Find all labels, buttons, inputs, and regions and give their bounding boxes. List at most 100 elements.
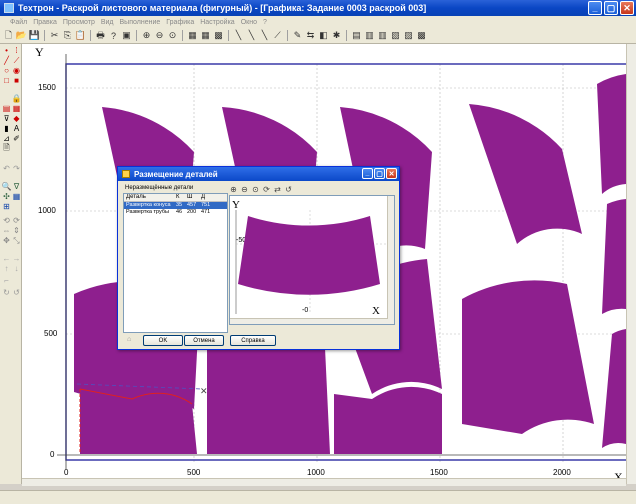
dialog-minimize-button[interactable]: _ (362, 168, 373, 179)
close-button[interactable]: ✕ (620, 1, 634, 15)
redo-icon[interactable]: ↷ (12, 164, 21, 173)
column-header[interactable]: Ш (185, 194, 199, 201)
point-tool-icon[interactable]: • (2, 46, 11, 55)
table-icon[interactable]: ▤ (2, 104, 11, 113)
line-tool-4-icon[interactable]: ⟋ (272, 30, 283, 41)
filter-icon[interactable]: ∇ (12, 182, 21, 191)
polyline-icon[interactable]: ⟋ (12, 56, 21, 65)
extra-3-icon[interactable]: ▥ (377, 30, 388, 41)
mirror-icon[interactable]: ⇄ (273, 185, 282, 194)
rotate-2-icon[interactable]: ⟳ (12, 216, 21, 225)
column-header[interactable]: Д (199, 194, 215, 201)
scale-icon[interactable]: ⤡ (12, 236, 21, 245)
help-pointer-icon[interactable]: ? (108, 30, 119, 41)
undo-icon[interactable]: ↶ (2, 164, 11, 173)
menu-file[interactable]: Файл (10, 19, 27, 26)
circle-icon[interactable]: ○ (2, 66, 11, 75)
print-icon[interactable]: 🖶 (95, 30, 106, 41)
fill-icon[interactable]: ◆ (12, 114, 21, 123)
filled-circle-icon[interactable]: ◉ (12, 66, 21, 75)
flip-v-icon[interactable]: ⇕ (12, 226, 21, 235)
list-item[interactable]: Развертка трубы 46 200 471 (124, 209, 227, 216)
canvas-horizontal-scrollbar[interactable] (22, 478, 626, 486)
reset-icon[interactable]: ↺ (284, 185, 293, 194)
cut-icon[interactable]: ✂ (49, 30, 60, 41)
nest-icon[interactable]: ◧ (318, 30, 329, 41)
line-tool-3-icon[interactable]: ╲ (259, 30, 270, 41)
dialog-maximize-button[interactable]: ▢ (374, 168, 385, 179)
layout-3-icon[interactable]: ▩ (213, 30, 224, 41)
ok-button[interactable]: OK (143, 335, 183, 346)
layout-2-icon[interactable]: ▦ (200, 30, 211, 41)
menu-window[interactable]: Окно (241, 19, 257, 26)
flip-h-icon[interactable]: ⇔ (2, 226, 11, 235)
open-folder-icon[interactable]: 📂 (16, 30, 27, 41)
table-2-icon[interactable]: ▦ (12, 104, 21, 113)
menu-run[interactable]: Выполнение (120, 19, 161, 26)
snap-icon[interactable]: ✣ (2, 192, 11, 201)
paste-icon[interactable]: 📋 (75, 30, 86, 41)
menu-help[interactable]: ? (263, 19, 267, 26)
zoom-out-icon[interactable]: ⊖ (154, 30, 165, 41)
zoom-in-icon[interactable]: ⊕ (229, 185, 238, 194)
arrow-right-icon[interactable]: → (12, 254, 21, 263)
extra-6-icon[interactable]: ▩ (416, 30, 427, 41)
menu-edit[interactable]: Правка (33, 19, 57, 26)
extra-1-icon[interactable]: ▤ (351, 30, 362, 41)
menu-graphics[interactable]: Графика (166, 19, 194, 26)
arrange-icon[interactable]: ⇆ (305, 30, 316, 41)
refresh-2-icon[interactable]: ↺ (12, 288, 21, 297)
filled-rect-icon[interactable]: ■ (12, 76, 21, 85)
column-header[interactable]: Деталь (124, 194, 174, 201)
measure-icon[interactable]: ⌐ (2, 276, 11, 285)
new-file-icon[interactable]: 🗋 (3, 30, 14, 41)
extra-5-icon[interactable]: ▨ (403, 30, 414, 41)
text-icon[interactable]: A (12, 124, 21, 133)
arrow-up-icon[interactable]: ↑ (2, 264, 11, 273)
dialog-close-button[interactable]: ✕ (386, 168, 397, 179)
column-header[interactable]: К (174, 194, 185, 201)
extra-2-icon[interactable]: ▥ (364, 30, 375, 41)
grid-snap-icon[interactable]: ▦ (12, 192, 21, 201)
canvas-vertical-scrollbar[interactable] (626, 44, 636, 484)
minimize-button[interactable]: _ (588, 1, 602, 15)
rotate-icon[interactable]: ⟳ (262, 185, 271, 194)
align-icon[interactable]: ⊞ (2, 202, 11, 211)
zoom-tool-icon[interactable]: 🔍 (2, 182, 12, 191)
lock-icon[interactable]: 🔒 (12, 94, 22, 103)
preview-vertical-scrollbar[interactable] (387, 196, 394, 324)
menu-settings[interactable]: Настройка (200, 19, 234, 26)
refresh-icon[interactable]: ↻ (2, 288, 11, 297)
brush-icon[interactable]: ✐ (12, 134, 21, 143)
copy-icon[interactable]: ⎘ (62, 30, 73, 41)
properties-icon[interactable]: ▣ (121, 30, 132, 41)
arrow-left-icon[interactable]: ← (2, 254, 11, 263)
help-button[interactable]: Справка (230, 335, 276, 346)
unplaced-parts-list[interactable]: Деталь К Ш Д Развертка конуса 35 457 751… (123, 193, 228, 333)
nest-auto-icon[interactable]: ✱ (331, 30, 342, 41)
line-tool-icon[interactable]: ╲ (233, 30, 244, 41)
layout-1-icon[interactable]: ▦ (187, 30, 198, 41)
marker-icon[interactable]: ▮ (2, 124, 11, 133)
zoom-fit-icon[interactable]: ⊙ (251, 185, 260, 194)
document-icon[interactable]: 🗎 (2, 143, 11, 153)
save-icon[interactable]: 💾 (29, 30, 40, 41)
arrow-down-icon[interactable]: ↓ (12, 264, 21, 273)
extra-4-icon[interactable]: ▧ (390, 30, 401, 41)
move-icon[interactable]: ✥ (2, 236, 11, 245)
menu-view[interactable]: Просмотр (63, 19, 95, 26)
menu-appearance[interactable]: Вид (101, 19, 114, 26)
funnel-icon[interactable]: ⊽ (2, 114, 11, 123)
list-item[interactable]: Развертка конуса 35 457 751 (124, 202, 227, 209)
zoom-fit-icon[interactable]: ⊙ (167, 30, 178, 41)
line-draw-icon[interactable]: ╱ (2, 56, 11, 65)
place-parts-icon[interactable]: ✎ (292, 30, 303, 41)
zoom-out-icon[interactable]: ⊖ (240, 185, 249, 194)
rectangle-icon[interactable]: □ (2, 76, 11, 85)
preview-horizontal-scrollbar[interactable] (230, 318, 388, 324)
cancel-button[interactable]: Отмена (184, 335, 224, 346)
line-tool-2-icon[interactable]: ╲ (246, 30, 257, 41)
grid-tool-icon[interactable]: ⁞ (12, 46, 21, 55)
zoom-in-icon[interactable]: ⊕ (141, 30, 152, 41)
rotate-icon[interactable]: ⟲ (2, 216, 11, 225)
